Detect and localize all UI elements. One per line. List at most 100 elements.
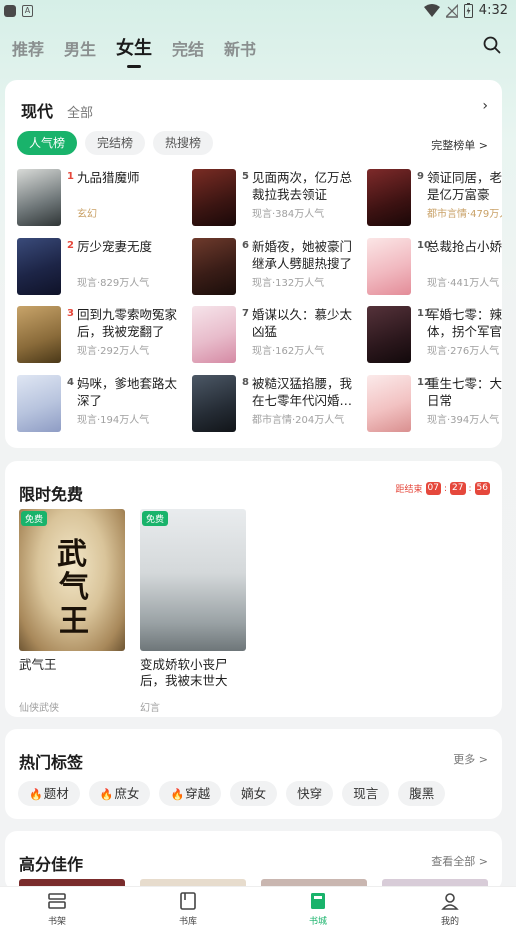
flame-icon: 🔥 [99,788,114,801]
book-meta: 都市言情·479万人气 [427,209,502,220]
countdown-minutes: 27 [450,482,466,495]
chip-completed[interactable]: 完结榜 [85,131,146,155]
book-meta: 玄幻 [77,209,97,220]
ranking-grid: 1 九品猎魔师 玄幻 2 厉少宠妻无度 现言·829万人气 3 回到九零索吻冤家… [17,169,502,439]
tab-new[interactable]: 新书 [224,36,256,60]
ranking-item[interactable]: 5 见面两次，亿万总裁拉我去领证 现言·384万人气 [192,169,362,227]
ranking-chips: 人气榜 完结榜 热搜榜 [17,131,214,155]
nav-library[interactable]: 书库 [158,891,218,927]
no-signal-icon [445,3,458,18]
wifi-icon [423,3,440,17]
book-title: 九品猎魔师 [77,170,140,185]
high-score-card: 高分佳作 查看全部 > [5,831,502,891]
bookstore-icon [311,893,325,909]
free-book[interactable]: 免费 变成娇软小丧尸后，我被末世大佬… 幻言 [140,509,246,714]
ranking-item[interactable]: 10 总裁抢占小娇妻 现言·441万人气 [367,238,502,296]
book-title: 新婚夜，她被豪门继承人劈腿热搜了 [252,239,353,271]
ranking-item[interactable]: 11 军婚七零：辣妹体，拐个军官 现言·276万人气 [367,306,502,364]
flame-icon: 🔥 [29,788,43,801]
view-all-link[interactable]: 查看全部 > [431,853,488,869]
book-meta: 现言·394万人气 [427,415,500,426]
rank-number: 2 [67,240,74,251]
book-title: 总裁抢占小娇妻 [427,239,502,254]
ranking-item[interactable]: 8 被糙汉猛掐腰，我在七零年代闪婚… 都市言情·204万人气 [192,375,362,433]
book-cover [367,375,411,432]
rank-number: 7 [242,308,249,319]
tag-chip[interactable]: 现言 [342,781,390,806]
more-tags-link[interactable]: 更多 > [453,751,488,767]
book-cover: 免费 武 气 王 [19,509,125,651]
countdown-seconds: 56 [474,482,490,495]
ranking-item[interactable]: 1 九品猎魔师 玄幻 [17,169,187,227]
book-meta: 现言·162万人气 [252,346,325,357]
rank-number: 4 [67,377,74,388]
rank-number: 8 [242,377,249,388]
full-list-link[interactable]: 完整榜单 > [431,137,488,153]
ranking-subtitle[interactable]: 全部 [67,102,93,121]
ranking-title: 现代 [21,102,54,121]
cover-title-art: 武 气 王 [57,537,89,639]
ranking-item[interactable]: 4 妈咪，爹地套路太深了 现言·194万人气 [17,375,187,433]
nav-bookshelf[interactable]: 书架 [27,891,87,927]
book-meta: 现言·194万人气 [77,415,150,426]
tab-recommend[interactable]: 推荐 [12,36,44,60]
book-cover [192,169,236,226]
tags-card: 热门标签 更多 > 🔥题材 🔥庶女 🔥穿越 嫡女 快穿 现言 腹黑 [5,729,502,819]
chevron-right-icon[interactable]: › [482,98,488,114]
book-cover [192,306,236,363]
book-genre: 仙侠武侠 [19,703,59,714]
countdown-hours: 07 [425,482,441,495]
tag-chip[interactable]: 🔥庶女 [88,781,151,806]
book-genre: 幻言 [140,703,160,714]
tab-completed[interactable]: 完结 [172,36,204,60]
chip-popular[interactable]: 人气榜 [17,131,78,155]
book-cover [17,169,61,226]
flame-icon: 🔥 [170,788,185,801]
book-cover [17,238,61,295]
ranking-item[interactable]: 2 厉少宠妻无度 现言·829万人气 [17,238,187,296]
book-meta: 都市言情·204万人气 [252,415,345,426]
ranking-item[interactable]: 9 领证同居，老公竟是亿万富豪 都市言情·479万人气 [367,169,502,227]
book-meta: 现言·441万人气 [427,278,500,289]
book-cover [192,238,236,295]
countdown-label: 距结束 [395,485,423,495]
nav-bookstore[interactable]: 书城 [288,891,348,927]
book-meta: 现言·292万人气 [77,346,150,357]
book-title: 领证同居，老公竟是亿万富豪 [427,170,502,202]
ranking-item[interactable]: 6 新婚夜，她被豪门继承人劈腿热搜了 现言·132万人气 [192,238,362,296]
book-title: 重生七零：大佬鲤日常 [427,376,502,408]
tag-chip[interactable]: 🔥题材 [18,781,80,806]
nav-profile[interactable]: 我的 [420,891,480,927]
book-meta: 现言·132万人气 [252,278,325,289]
top-tabs: 推荐 男生 女生 完结 新书 [12,30,256,68]
chip-hot-search[interactable]: 热搜榜 [153,131,214,155]
search-icon[interactable] [482,35,502,55]
clock: 4:32 [478,3,508,18]
free-book[interactable]: 免费 武 气 王 武气王 仙侠武侠 [19,509,125,714]
tab-male[interactable]: 男生 [64,36,96,60]
book-cover: 免费 [140,509,246,651]
library-icon [180,892,196,910]
countdown-timer: 距结束 07 : 27 : 56 [395,482,490,495]
high-score-title: 高分佳作 [19,855,84,874]
book-title: 厉少宠妻无度 [77,239,153,254]
book-title: 武气王 [19,657,57,672]
app-notification-icon [4,5,16,17]
ranking-item[interactable]: 12 重生七零：大佬鲤日常 现言·394万人气 [367,375,502,433]
bottom-nav: 书架 书库 书城 我的 [0,886,516,927]
free-badge: 免费 [142,511,169,526]
tag-chip[interactable]: 腹黑 [398,781,446,806]
book-cover [367,238,411,295]
book-meta: 现言·276万人气 [427,346,500,357]
tag-chip[interactable]: 嫡女 [230,781,278,806]
book-cover [17,306,61,363]
book-cover [17,375,61,432]
tab-female[interactable]: 女生 [116,34,152,68]
book-meta: 现言·384万人气 [252,209,325,220]
tag-chip[interactable]: 🔥穿越 [159,781,222,806]
ranking-item[interactable]: 3 回到九零索吻冤家后，我被宠翻了 现言·292万人气 [17,306,187,364]
book-title: 回到九零索吻冤家后，我被宠翻了 [77,307,178,339]
book-meta: 现言·829万人气 [77,278,150,289]
tag-chip[interactable]: 快穿 [286,781,334,806]
ranking-item[interactable]: 7 婚谋以久：慕少太凶猛 现言·162万人气 [192,306,362,364]
